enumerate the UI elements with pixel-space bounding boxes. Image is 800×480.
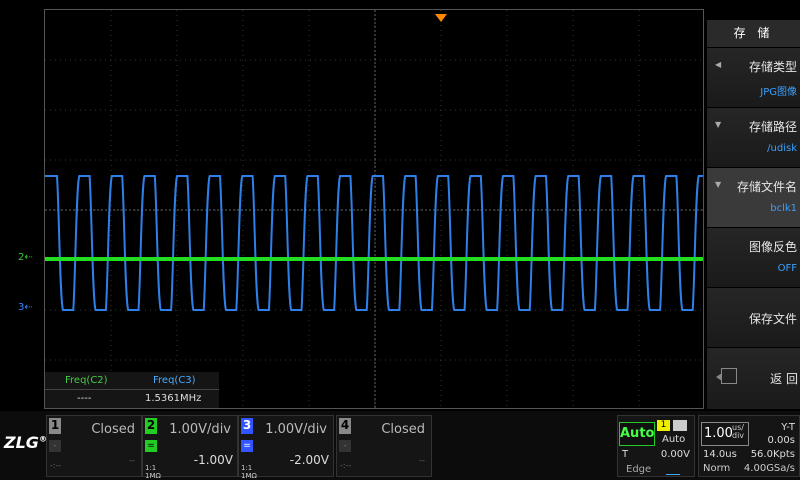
waveform-display[interactable] — [44, 9, 704, 409]
menu-item-invert-image[interactable]: 图像反色 OFF — [707, 227, 800, 287]
channel-2-box[interactable]: 2 1.00V/div = -1.00V 1:1 1MΩ — [142, 415, 238, 480]
status-bar: ZLG® 1 Closed - -:-- -- 2 1.00V/div = -1… — [0, 411, 800, 480]
trigger-panel[interactable]: Auto 1 Auto T 0.00V Edge — [617, 415, 695, 477]
dc-coupling-icon: = — [145, 440, 157, 452]
measure-value-c3: 1.5361MHz — [145, 393, 202, 404]
menu-item-storage-type[interactable]: ◀ 存储类型 JPG图像 — [707, 47, 800, 107]
coupling-icon: - — [339, 440, 351, 452]
sample-rate: 4.00GSa/s — [743, 463, 795, 474]
brand-logo: ZLG® — [4, 433, 47, 452]
measure-value-c2: ---- — [77, 393, 92, 404]
menu-item-save-file[interactable]: 保存文件 — [707, 287, 800, 347]
trigger-source-badge: 1 — [657, 420, 670, 431]
down-arrow-icon: ▼ — [715, 180, 722, 189]
rising-edge-icon — [666, 464, 680, 475]
dc-coupling-icon: = — [241, 440, 253, 452]
timebase-panel[interactable]: 1.00 us/div Y-T 0.00s 14.0us 56.0Kpts No… — [698, 415, 800, 477]
measure-header-c2: Freq(C2) — [65, 375, 108, 386]
channel-1-box[interactable]: 1 Closed - -:-- -- — [46, 415, 142, 477]
measure-divider — [45, 389, 219, 390]
trigger-auto-badge[interactable]: Auto — [619, 422, 655, 446]
ch2-level-marker[interactable]: 2⇠ — [18, 252, 33, 263]
trigger-level: 0.00V — [660, 449, 690, 460]
back-icon — [716, 368, 737, 384]
trigger-coupling-icon — [673, 420, 687, 431]
save-menu: 存 储 ◀ 存储类型 JPG图像 ▼ 存储路径 /udisk ▼ 存储文件名 b… — [707, 20, 800, 409]
down-arrow-icon: ▼ — [715, 120, 722, 129]
measurement-panel: Freq(C2) Freq(C3) ---- 1.5361MHz — [45, 372, 219, 408]
channel-4-box[interactable]: 4 Closed - -:-- -- — [336, 415, 432, 477]
menu-item-return[interactable]: 返 回 — [707, 347, 800, 407]
menu-title: 存 储 — [707, 20, 800, 47]
measure-header-c3: Freq(C3) — [153, 375, 196, 386]
menu-item-storage-path[interactable]: ▼ 存储路径 /udisk — [707, 107, 800, 167]
menu-item-file-name[interactable]: ▼ 存储文件名 bclk1 — [707, 167, 800, 227]
acquire-mode: Norm — [703, 463, 731, 474]
left-arrow-icon: ◀ — [715, 60, 722, 69]
ch3-level-marker[interactable]: 3⇠ — [18, 302, 33, 313]
coupling-icon: - — [49, 440, 61, 452]
channel-3-box[interactable]: 3 1.00V/div = -2.00V 1:1 1MΩ — [238, 415, 334, 480]
waveform-grid — [45, 10, 703, 408]
memory-depth: 56.0Kpts — [750, 449, 795, 460]
trigger-position-marker[interactable] — [435, 14, 447, 22]
horizontal-delay: 14.0us — [703, 449, 737, 460]
